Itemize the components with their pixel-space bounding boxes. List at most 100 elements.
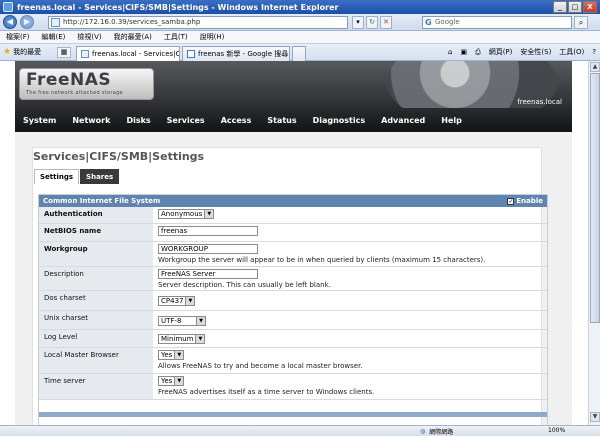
select-value: Yes — [161, 351, 173, 359]
dos-charset-select[interactable]: CP437 ▼ — [158, 296, 196, 306]
tab-settings[interactable]: Settings — [34, 169, 80, 184]
field-value: WORKGROUP Workgroup the server will appe… — [153, 242, 547, 266]
page-menu[interactable]: 網頁(P) — [489, 47, 513, 57]
nav-system[interactable]: System — [23, 116, 56, 125]
search-input[interactable]: G Google — [422, 16, 572, 29]
nav-help[interactable]: Help — [441, 116, 462, 125]
field-label: Workgroup — [39, 242, 153, 266]
help-icon[interactable]: ? — [592, 48, 596, 56]
section-header: Common Internet File System ✓ Enable — [39, 195, 547, 207]
row-log-level: Log Level Minimum ▼ — [39, 330, 547, 348]
menu-view[interactable]: 檢視(V) — [77, 32, 101, 42]
field-label: Unix charset — [39, 311, 153, 329]
description-help: Server description. This can usually be … — [158, 281, 331, 289]
description-input[interactable]: FreeNAS Server — [158, 269, 258, 279]
row-workgroup: Workgroup WORKGROUP Workgroup the server… — [39, 242, 547, 267]
row-description: Description FreeNAS Server Server descri… — [39, 267, 547, 291]
enable-toggle[interactable]: ✓ Enable — [507, 195, 543, 207]
nav-network[interactable]: Network — [72, 116, 110, 125]
safety-menu[interactable]: 安全性(S) — [520, 47, 551, 57]
field-label: Local Master Browser — [39, 348, 153, 373]
tab-shares[interactable]: Shares — [80, 169, 120, 184]
scroll-up-icon[interactable]: ▲ — [590, 62, 600, 72]
maximize-button[interactable]: □ — [568, 1, 582, 13]
settings-form: Common Internet File System ✓ Enable Aut… — [38, 194, 548, 425]
row-dos-charset: Dos charset CP437 ▼ — [39, 291, 547, 311]
chevron-down-icon: ▼ — [185, 297, 195, 305]
new-tab-button[interactable] — [292, 46, 306, 61]
scroll-down-icon[interactable]: ▼ — [590, 412, 600, 422]
google-icon — [187, 50, 195, 58]
select-value: CP437 — [161, 297, 184, 305]
field-value: Yes ▼ FreeNAS advertises itself as a time… — [153, 374, 547, 399]
forward-button[interactable]: ▶ — [20, 15, 34, 29]
window-titlebar: freenas.local - Services|CIFS/SMB|Settin… — [0, 0, 600, 14]
field-label: Log Level — [39, 330, 153, 347]
nav-disks[interactable]: Disks — [126, 116, 150, 125]
search-placeholder: Google — [435, 18, 460, 26]
menu-file[interactable]: 檔案(F) — [6, 32, 30, 42]
main-nav: System Network Disks Services Access Sta… — [15, 108, 572, 132]
workgroup-input[interactable]: WORKGROUP — [158, 244, 258, 254]
scroll-thumb[interactable] — [590, 73, 600, 323]
home-icon[interactable]: ⌂ — [448, 48, 452, 56]
section-title: Common Internet File System — [43, 197, 161, 205]
close-button[interactable]: X — [583, 1, 597, 13]
field-label: NetBIOS name — [39, 224, 153, 241]
search-icon[interactable]: ⌕ — [574, 16, 588, 29]
log-level-select[interactable]: Minimum ▼ — [158, 334, 206, 344]
tools-menu[interactable]: 工具(O) — [559, 47, 584, 57]
time-server-select[interactable]: Yes ▼ — [158, 376, 185, 386]
quick-tabs-icon[interactable]: ▦ — [57, 47, 71, 58]
back-button[interactable]: ◀ — [3, 15, 17, 29]
next-section-header — [39, 412, 547, 417]
feeds-icon[interactable]: ▣ — [460, 48, 467, 56]
select-value: Anonymous — [161, 210, 203, 218]
chevron-down-icon: ▼ — [196, 317, 205, 325]
row-local-master: Local Master Browser Yes ▼ Allows FreeNAS… — [39, 348, 547, 374]
local-master-select[interactable]: Yes ▼ — [158, 350, 185, 360]
minimize-button[interactable]: _ — [553, 1, 567, 13]
vertical-scrollbar[interactable]: ▲ ▼ — [588, 61, 600, 425]
menu-help[interactable]: 說明(H) — [200, 32, 225, 42]
zoom-level[interactable]: 100% — [548, 427, 565, 434]
enable-label: Enable — [516, 197, 543, 205]
select-value: UTF-8 — [161, 317, 182, 325]
chevron-down-icon: ▼ — [174, 351, 184, 359]
menu-favorites[interactable]: 我的最愛(A) — [114, 32, 152, 42]
select-value: Yes — [161, 377, 173, 385]
google-icon: G — [425, 18, 432, 27]
dropdown-icon[interactable]: ▾ — [352, 16, 364, 29]
tab-label: freenas 新學 - Google 搜尋 — [198, 50, 289, 58]
nav-services[interactable]: Services — [167, 116, 205, 125]
field-value: UTF-8 ▼ — [153, 311, 547, 329]
row-spacer — [39, 400, 547, 412]
favorites-button[interactable]: ★ 我的最愛 — [3, 47, 41, 57]
chevron-down-icon: ▼ — [174, 377, 184, 385]
stop-icon[interactable]: ✕ — [380, 16, 392, 29]
menu-edit[interactable]: 編輯(E) — [42, 32, 66, 42]
tab-freenas[interactable]: freenas.local - Services|CI... ✕ — [76, 46, 180, 61]
netbios-input[interactable]: freenas — [158, 226, 258, 236]
local-master-help: Allows FreeNAS to try and become a local… — [158, 362, 363, 370]
field-value: Minimum ▼ — [153, 330, 547, 347]
command-bar: ⌂ ▣ ⎙ 網頁(P) 安全性(S) 工具(O) ? — [448, 47, 596, 57]
unix-charset-select[interactable]: UTF-8 ▼ — [158, 316, 206, 326]
nav-access[interactable]: Access — [221, 116, 252, 125]
enable-checkbox[interactable]: ✓ — [507, 197, 515, 205]
row-netbios: NetBIOS name freenas — [39, 224, 547, 242]
favorites-label: 我的最愛 — [13, 48, 42, 56]
field-value: FreeNAS Server Server description. This … — [153, 267, 547, 290]
zone-label: 網際網路 — [429, 429, 454, 436]
freenas-logo[interactable]: FreeNAS The free network attached storag… — [19, 68, 154, 100]
refresh-icon[interactable]: ↻ — [366, 16, 378, 29]
nav-diagnostics[interactable]: Diagnostics — [313, 116, 366, 125]
tab-google[interactable]: freenas 新學 - Google 搜尋 — [182, 46, 290, 61]
page-tabs: Settings Shares — [34, 169, 120, 184]
authentication-select[interactable]: Anonymous ▼ — [158, 209, 215, 219]
nav-status[interactable]: Status — [267, 116, 296, 125]
nav-advanced[interactable]: Advanced — [381, 116, 425, 125]
menu-tools[interactable]: 工具(T) — [164, 32, 188, 42]
print-icon[interactable]: ⎙ — [475, 48, 481, 57]
address-bar[interactable]: http://172.16.0.39/services_samba.php — [48, 16, 348, 29]
